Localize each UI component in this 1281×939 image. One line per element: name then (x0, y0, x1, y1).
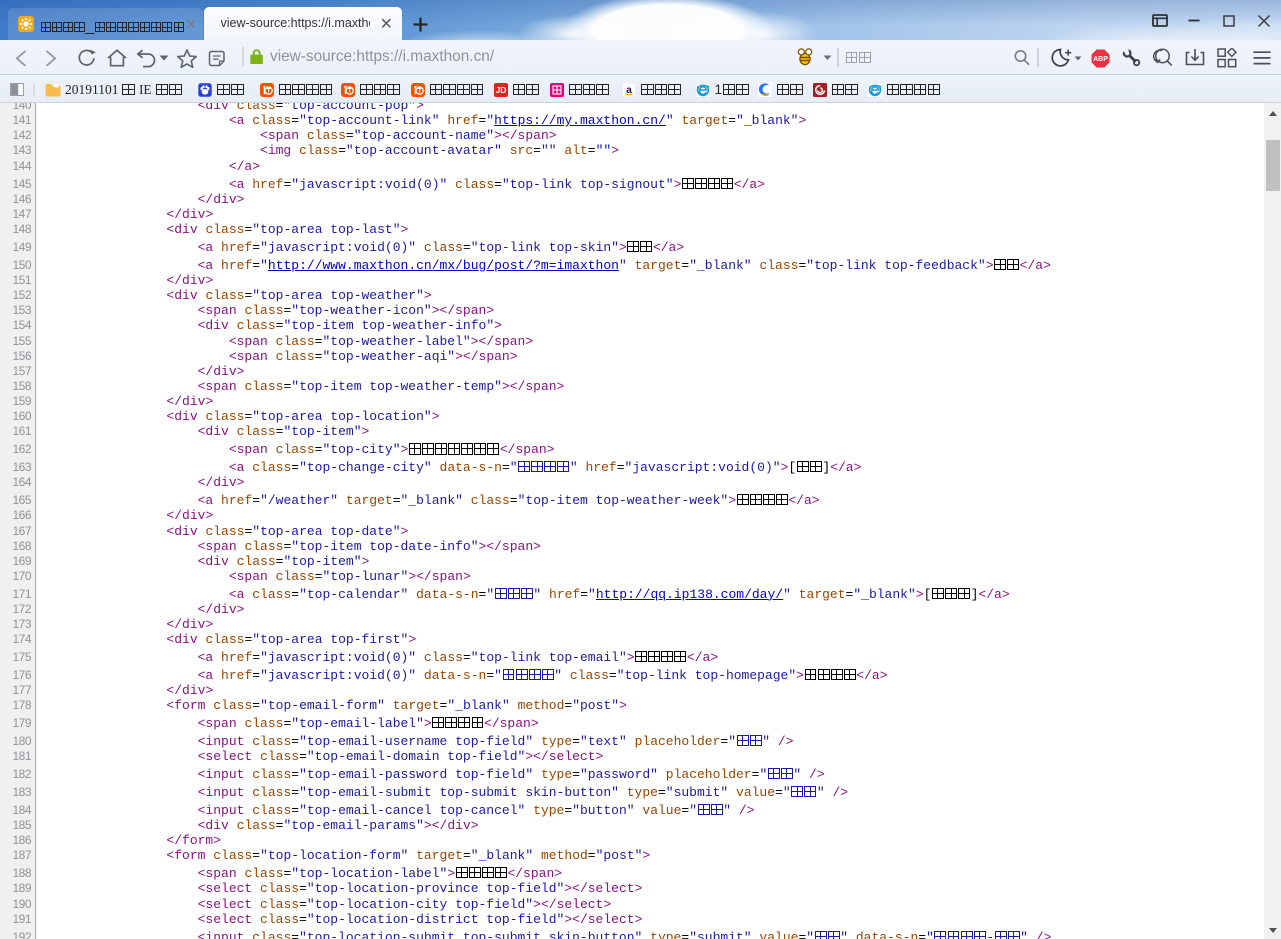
svg-text:JD: JD (495, 85, 506, 95)
svg-text:ABP: ABP (1093, 56, 1108, 63)
